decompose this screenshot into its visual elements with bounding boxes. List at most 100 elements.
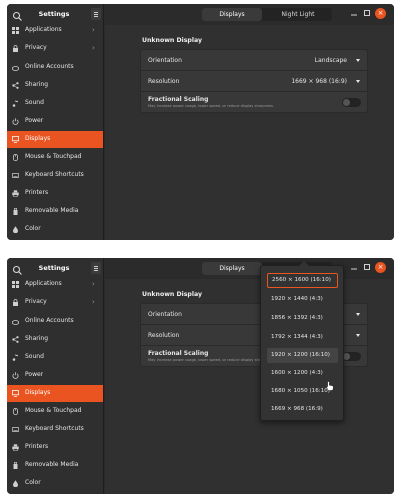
resolution-option[interactable]: 1920 × 1440 (4:3) [267, 292, 338, 307]
close-icon[interactable]: × [375, 8, 386, 19]
fractional-scaling-label: Fractional Scaling [148, 96, 209, 103]
display-settings-list: Orientation Landscape Resolution 1669 × … [140, 49, 368, 113]
sidebar-item-label: Applications [25, 26, 62, 33]
fractional-scaling-toggle[interactable] [342, 352, 361, 361]
sidebar-item-printers[interactable]: Printers [7, 439, 103, 456]
dropdown-arrow-icon [356, 313, 360, 316]
sidebar-item-privacy[interactable]: Privacy › [7, 294, 103, 311]
sidebar-item-sound[interactable]: Sound [7, 349, 103, 366]
display-icon [12, 136, 19, 143]
sidebar-item-removable-media[interactable]: Removable Media [7, 203, 103, 220]
sharing-icon [12, 82, 19, 89]
maximize-icon[interactable] [364, 264, 370, 270]
sidebar-item-privacy[interactable]: Privacy › [7, 40, 103, 57]
tab-night-light[interactable]: Night Light [264, 8, 332, 21]
removable-media-icon [13, 462, 18, 469]
display-icon [12, 390, 19, 397]
search-button[interactable] [11, 262, 24, 275]
toggle-knob [343, 353, 350, 360]
tab-displays[interactable]: Displays [202, 262, 262, 275]
window-title: Settings [38, 10, 70, 18]
sidebar-item-sharing[interactable]: Sharing [7, 77, 103, 94]
sidebar-item-label: Printers [25, 189, 49, 196]
resolution-label: Resolution [148, 78, 180, 85]
sidebar-item-label: Online Accounts [25, 63, 74, 70]
sidebar-item-removable-media[interactable]: Removable Media [7, 457, 103, 474]
sidebar-item-keyboard-shortcuts[interactable]: Keyboard Shortcuts [7, 167, 103, 184]
sidebar-item-color[interactable]: Color [7, 221, 103, 238]
music-note-icon [12, 354, 18, 361]
fractional-scaling-description: May increase power usage, lower speed, o… [148, 104, 275, 108]
hamburger-menu-button[interactable] [91, 8, 101, 20]
sidebar-item-power[interactable]: Power [7, 113, 103, 130]
sidebar-item-label: Removable Media [25, 207, 79, 214]
settings-window-displays: Settings Displays Night Light × Applicat… [7, 4, 394, 240]
sidebar-item-displays[interactable]: Displays [7, 385, 103, 402]
dropdown-arrow-icon [356, 334, 360, 337]
privacy-icon [13, 299, 18, 306]
fractional-scaling-row: Fractional Scaling May increase power us… [141, 92, 367, 113]
tab-displays[interactable]: Displays [202, 8, 262, 21]
color-icon [13, 226, 18, 233]
hamburger-menu-button[interactable] [91, 262, 101, 274]
resolution-row[interactable]: Resolution 1669 × 968 (16:9) [141, 71, 367, 92]
resolution-option[interactable]: 1920 × 1200 (16:10) [267, 348, 338, 363]
sidebar-item-sharing[interactable]: Sharing [7, 331, 103, 348]
orientation-label: Orientation [148, 311, 182, 318]
resolution-option[interactable]: 1792 × 1344 (4:3) [267, 330, 338, 345]
fractional-scaling-toggle[interactable] [342, 98, 361, 107]
sidebar-item-power[interactable]: Power [7, 367, 103, 384]
orientation-row[interactable]: Orientation Landscape [141, 50, 367, 71]
sidebar-item-label: Color [25, 479, 41, 486]
sidebar-item-label: Keyboard Shortcuts [25, 171, 84, 178]
sidebar-item-printers[interactable]: Printers [7, 185, 103, 202]
hamburger-menu-icon [94, 12, 98, 13]
sidebar-item-online-accounts[interactable]: Online Accounts [7, 59, 103, 76]
resolution-option[interactable]: 2560 × 1600 (16:10) [267, 273, 338, 288]
sidebar-item-mouse-touchpad[interactable]: Mouse & Touchpad [7, 149, 103, 166]
resolution-option[interactable]: 1669 × 968 (16:9) [267, 402, 338, 417]
sidebar-item-applications[interactable]: Applications › [7, 22, 103, 39]
applications-icon [12, 281, 19, 288]
sidebar-item-online-accounts[interactable]: Online Accounts [7, 313, 103, 330]
sidebar-item-color[interactable]: Color [7, 475, 103, 492]
sidebar-item-mouse-touchpad[interactable]: Mouse & Touchpad [7, 403, 103, 420]
resolution-popover: 2560 × 1600 (16:10) 1920 × 1440 (4:3) 18… [260, 261, 344, 421]
sidebar-item-keyboard-shortcuts[interactable]: Keyboard Shortcuts [7, 421, 103, 438]
printer-icon [12, 190, 19, 197]
hamburger-menu-icon [94, 266, 98, 267]
toggle-knob [343, 99, 350, 106]
applications-icon [12, 27, 19, 34]
window-title: Settings [38, 264, 70, 272]
chevron-right-icon: › [92, 26, 95, 34]
sidebar-item-label: Removable Media [25, 461, 79, 468]
minimize-icon[interactable] [351, 10, 357, 16]
sidebar-item-label: Power [25, 117, 44, 124]
sidebar-item-label: Printers [25, 443, 49, 450]
popover-arrow [299, 261, 309, 266]
power-icon [12, 372, 19, 379]
orientation-value: Landscape [314, 57, 347, 64]
sidebar-item-label: Privacy [25, 298, 47, 305]
sidebar-item-label: Power [25, 371, 44, 378]
printer-icon [12, 444, 19, 451]
minimize-icon[interactable] [351, 264, 357, 270]
sidebar-item-applications[interactable]: Applications › [7, 276, 103, 293]
maximize-icon[interactable] [364, 10, 370, 16]
resolution-value: 1669 × 968 (16:9) [291, 78, 347, 85]
search-button[interactable] [11, 8, 24, 21]
privacy-icon [13, 45, 18, 52]
resolution-option[interactable]: 1856 × 1392 (4:3) [267, 311, 338, 326]
sidebar-item-label: Sound [25, 99, 44, 106]
close-icon[interactable]: × [375, 262, 386, 273]
sidebar-item-sound[interactable]: Sound [7, 95, 103, 112]
cloud-icon [12, 320, 19, 325]
sidebar-item-displays[interactable]: Displays [7, 131, 103, 148]
sidebar-item-label: Online Accounts [25, 317, 74, 324]
sidebar-item-label: Sharing [25, 335, 49, 342]
dropdown-arrow-icon [356, 59, 360, 62]
sidebar-item-label: Keyboard Shortcuts [25, 425, 84, 432]
sidebar-item-label: Color [25, 225, 41, 232]
resolution-option[interactable]: 1600 × 1200 (4:3) [267, 366, 338, 381]
mouse-icon [13, 408, 18, 415]
